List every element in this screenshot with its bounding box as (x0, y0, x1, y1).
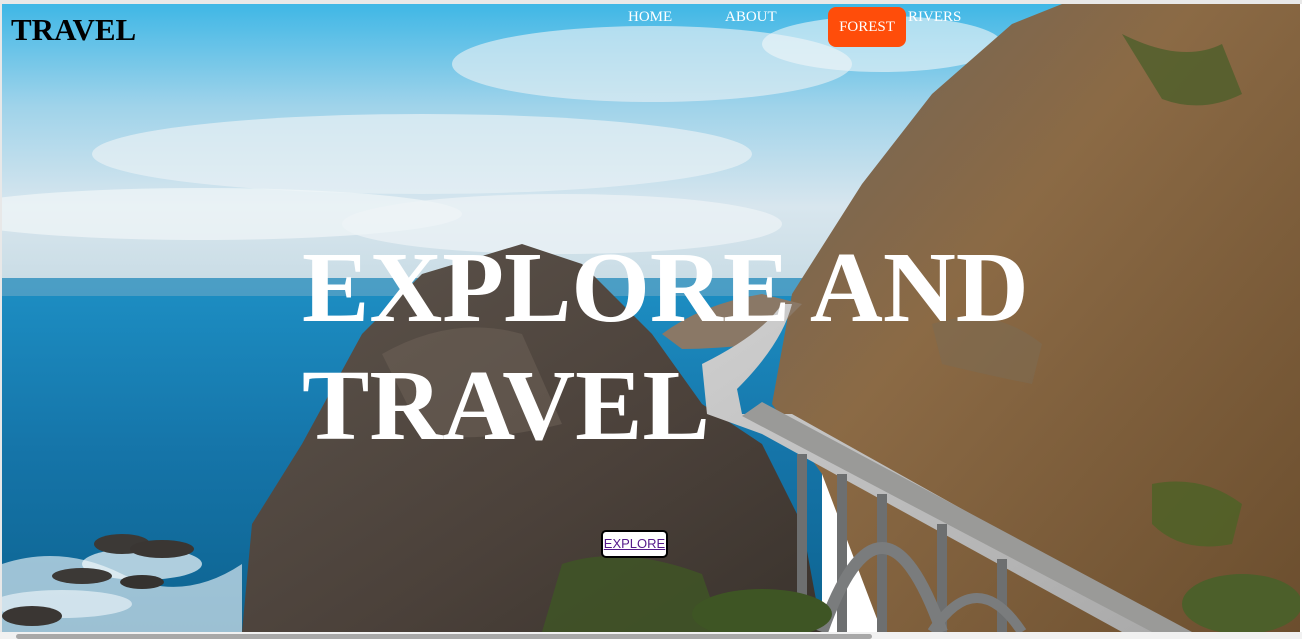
explore-button[interactable]: EXPLORE (601, 530, 668, 558)
nav-rivers-link[interactable]: RIVERS (908, 8, 961, 26)
nav-home-link[interactable]: HOME (628, 8, 672, 26)
horizontal-scrollbar[interactable] (0, 632, 1302, 639)
scrollbar-thumb[interactable] (16, 634, 872, 639)
top-border (0, 0, 1302, 4)
brand-logo[interactable]: TRAVEL (11, 12, 136, 48)
hero-headline: EXPLORE AND TRAVEL (302, 231, 1029, 461)
nav-about-link[interactable]: ABOUT (725, 8, 777, 26)
left-border (0, 0, 2, 639)
page: TRAVEL HOME ABOUT RIVERS FOREST EXPLORE … (0, 0, 1302, 639)
nav-forest-link[interactable]: FOREST (828, 7, 906, 47)
